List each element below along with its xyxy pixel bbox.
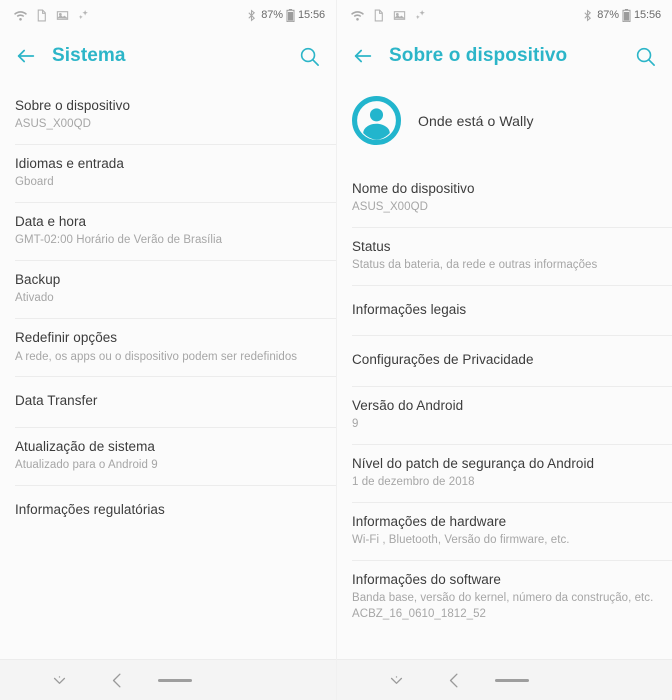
list-item-title: Redefinir opções xyxy=(15,330,118,346)
navigation-bar-right xyxy=(337,659,672,700)
page-title-right: Sobre o dispositivo xyxy=(389,45,568,66)
list-item[interactable]: Informações legais xyxy=(337,285,672,335)
status-bar-left: 87% 15:56 xyxy=(0,0,336,30)
sparkle-icon xyxy=(414,9,427,22)
list-item[interactable]: Informações de hardware Wi-Fi , Bluetoot… xyxy=(337,501,672,560)
list-item[interactable]: Nome do dispositivo ASUS_X00QD xyxy=(337,169,672,227)
wifi-icon xyxy=(351,9,364,22)
clock-label: 15:56 xyxy=(633,8,661,21)
list-item-title: Status xyxy=(352,239,391,255)
wifi-icon xyxy=(14,9,27,22)
list-item[interactable]: Informações regulatórias xyxy=(0,484,336,535)
home-bar-icon[interactable] xyxy=(146,660,204,700)
list-item[interactable]: Data e hora GMT-02:00 Horário de Verão d… xyxy=(0,202,336,260)
battery-icon xyxy=(622,8,631,22)
app-bar-right: Sobre o dispositivo xyxy=(337,30,672,82)
list-item[interactable]: Atualização de sistema Atualizado para o… xyxy=(0,426,336,485)
list-item[interactable]: Backup Ativado xyxy=(0,260,336,318)
list-item-title: Informações de hardware xyxy=(352,513,507,529)
list-item-title: Informações legais xyxy=(352,302,467,318)
list-item-subtitle: GMT-02:00 Horário de Verão de Brasília xyxy=(15,234,223,247)
navigation-bar-left xyxy=(0,659,336,700)
account-name-label: Onde está o Wally xyxy=(418,112,534,129)
back-chevron-icon[interactable] xyxy=(88,660,146,700)
status-bar-right-cluster: 87% 15:56 xyxy=(245,8,325,22)
list-item-title: Sobre o dispositivo xyxy=(15,98,131,113)
sparkle-icon xyxy=(77,9,90,22)
list-item-title: Nível do patch de segurança do Android xyxy=(352,455,595,471)
document-icon xyxy=(372,9,385,22)
status-bar-left-icons xyxy=(351,9,427,22)
app-bar-left: Sistema xyxy=(0,30,336,82)
battery-icon xyxy=(286,8,295,22)
home-bar-icon[interactable] xyxy=(483,660,541,700)
list-item-subtitle: Atualizado para o Android 9 xyxy=(15,458,158,471)
list-item-title: Atualização de sistema xyxy=(15,438,155,454)
list-item-title: Informações do software xyxy=(352,571,501,587)
account-avatar-icon xyxy=(352,96,401,145)
back-arrow-icon[interactable] xyxy=(350,43,376,69)
list-item-title: Versão do Android xyxy=(352,397,464,413)
list-item[interactable]: Configurações de Privacidade xyxy=(337,335,672,385)
list-item-subtitle: Ativado xyxy=(15,292,54,305)
list-item-title: Backup xyxy=(15,272,61,288)
search-icon[interactable] xyxy=(294,41,324,71)
list-item[interactable]: Versão do Android 9 xyxy=(337,385,672,444)
page-title-left: Sistema xyxy=(52,45,126,66)
battery-percent-label: 87% xyxy=(597,8,619,21)
settings-list-right: Nome do dispositivo ASUS_X00QD Status St… xyxy=(337,165,672,659)
list-item-title: Nome do dispositivo xyxy=(352,181,475,196)
search-icon[interactable] xyxy=(630,41,660,71)
list-item[interactable]: Status Status da bateria, da rede e outr… xyxy=(337,227,672,285)
status-bar-right: 87% 15:56 xyxy=(337,0,672,30)
chevron-down-icon[interactable] xyxy=(367,660,425,700)
left-panel-sistema: 87% 15:56 Sistema Sobre o dispositivo AS… xyxy=(0,0,336,700)
right-panel-sobre-o-dispositivo: 87% 15:56 Sobre o dispositivo Onde está … xyxy=(336,0,672,700)
list-item-title: Data e hora xyxy=(15,214,87,230)
battery-percent-label: 87% xyxy=(261,8,283,21)
status-bar-left-icons xyxy=(14,9,90,22)
list-item[interactable]: Data Transfer xyxy=(0,376,336,426)
back-arrow-icon[interactable] xyxy=(13,43,39,69)
list-item-title: Idiomas e entrada xyxy=(15,156,124,172)
status-bar-right-cluster: 87% 15:56 xyxy=(581,8,661,22)
clock-label: 15:56 xyxy=(297,8,325,21)
list-item[interactable]: Redefinir opções A rede, os apps ou o di… xyxy=(0,318,336,376)
image-icon xyxy=(393,9,406,22)
list-item-title: Data Transfer xyxy=(15,393,98,409)
list-item-title: Informações regulatórias xyxy=(15,501,165,517)
account-header[interactable]: Onde está o Wally xyxy=(337,82,672,165)
list-item-subtitle: 1 de dezembro de 2018 xyxy=(352,475,475,488)
list-item[interactable]: Nível do patch de segurança do Android 1… xyxy=(337,443,672,502)
list-item[interactable]: Informações do software Banda base, vers… xyxy=(337,559,672,634)
list-item-subtitle: ASUS_X00QD xyxy=(15,118,91,131)
dual-screenshot-container: 87% 15:56 Sistema Sobre o dispositivo AS… xyxy=(0,0,672,700)
bluetooth-icon xyxy=(245,8,258,22)
chevron-down-icon[interactable] xyxy=(30,660,88,700)
list-item-subtitle: A rede, os apps ou o dispositivo podem s… xyxy=(15,350,298,363)
list-item-subtitle: Status da bateria, da rede e outras info… xyxy=(352,259,598,272)
list-item-subtitle: 9 xyxy=(352,417,359,430)
list-item[interactable]: Idiomas e entrada Gboard xyxy=(0,144,336,202)
list-item-subtitle: Gboard xyxy=(15,176,54,189)
list-item[interactable]: Sobre o dispositivo ASUS_X00QD xyxy=(0,86,336,144)
document-icon xyxy=(35,9,48,22)
list-item-title: Configurações de Privacidade xyxy=(352,352,534,368)
list-item-subtitle: ASUS_X00QD xyxy=(352,201,428,214)
list-item-subtitle: Banda base, versão do kernel, número da … xyxy=(352,592,654,620)
bluetooth-icon xyxy=(581,8,594,22)
back-chevron-icon[interactable] xyxy=(425,660,483,700)
image-icon xyxy=(56,9,69,22)
list-item-subtitle: Wi-Fi , Bluetooth, Versão do firmware, e… xyxy=(352,533,570,546)
settings-list-left: Sobre o dispositivo ASUS_X00QD Idiomas e… xyxy=(0,82,336,659)
